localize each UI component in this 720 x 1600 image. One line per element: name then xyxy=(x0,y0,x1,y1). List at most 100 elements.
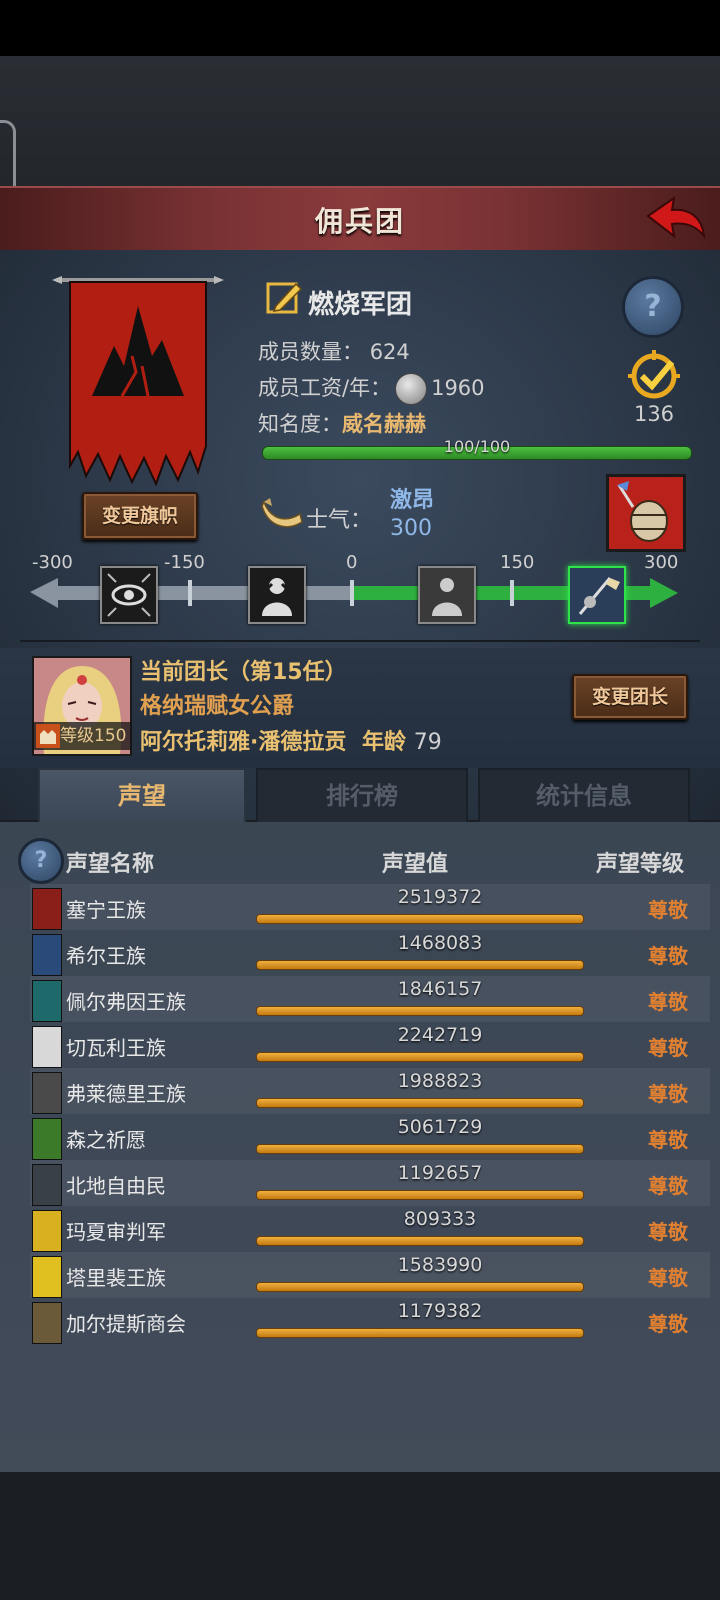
faction-name: 玛夏审判军 xyxy=(66,1220,166,1244)
reputation-bar xyxy=(256,1144,584,1154)
back-arrow-icon[interactable] xyxy=(644,194,708,244)
faction-crest-icon xyxy=(32,1302,62,1344)
reputation-level: 尊敬 xyxy=(648,1082,688,1106)
tab-stats[interactable]: 统计信息 xyxy=(478,768,690,824)
faction-crest-icon xyxy=(32,1072,62,1114)
reputation-level: 尊敬 xyxy=(648,898,688,922)
reputation-bar xyxy=(256,1006,584,1016)
faction-crest-icon xyxy=(32,1256,62,1298)
reputation-bar xyxy=(256,1328,584,1338)
reputation-value: 1988823 xyxy=(397,1070,483,1092)
change-flag-button[interactable]: 变更旗帜 xyxy=(82,492,198,540)
reputation-bar xyxy=(256,1236,584,1246)
members-line: 成员数量： 624 xyxy=(258,336,410,366)
morale-state: 激昂 xyxy=(390,488,435,513)
fame-progress-bar: 100/100 xyxy=(262,437,692,460)
table-row[interactable]: 弗莱德里王族 1988823 尊敬 xyxy=(30,1068,710,1114)
change-leader-button[interactable]: 变更团长 xyxy=(572,674,688,720)
faction-name: 塔里裴王族 xyxy=(66,1266,166,1290)
leader-title: 当前团长（第15任） xyxy=(140,660,347,685)
scale-label-neg300: -300 xyxy=(32,552,73,573)
salary-label: 成员工资/年： xyxy=(258,376,392,400)
reputation-value: 2242719 xyxy=(397,1024,483,1046)
reputation-bar xyxy=(256,914,584,924)
reputation-bar xyxy=(256,1282,584,1292)
faction-name: 北地自由民 xyxy=(66,1174,166,1198)
reputation-level: 尊敬 xyxy=(648,990,688,1014)
members-label: 成员数量： xyxy=(258,340,363,364)
leader-name: 阿尔托莉雅·潘德拉贡 xyxy=(140,730,347,755)
reputation-bar xyxy=(256,1052,584,1062)
table-row[interactable]: 塞宁王族 2519372 尊敬 xyxy=(30,884,710,930)
leader-age: 79 xyxy=(413,730,442,755)
barrel-supply-icon[interactable] xyxy=(606,474,686,552)
salary-value: 1960 xyxy=(431,376,485,400)
faction-name: 佩尔弗因王族 xyxy=(66,990,186,1014)
members-count: 624 xyxy=(369,340,410,364)
page-title: 佣兵团 xyxy=(314,205,405,238)
col-header-level: 声望等级 xyxy=(596,852,685,877)
scale-label-150: 150 xyxy=(500,552,535,573)
group-banner-icon[interactable] xyxy=(52,276,224,486)
faction-name: 塞宁王族 xyxy=(66,898,146,922)
target-count: 136 xyxy=(633,402,675,426)
scale-label-neg150: -150 xyxy=(164,552,205,573)
morale-label: 士气： xyxy=(306,508,373,533)
fame-title: 威名赫赫 xyxy=(342,412,426,436)
table-row[interactable]: 佩尔弗因王族 1846157 尊敬 xyxy=(30,976,710,1022)
col-header-name: 声望名称 xyxy=(66,852,155,877)
leader-age-label: 年龄 xyxy=(362,730,407,755)
morale-excited-icon[interactable] xyxy=(568,566,626,624)
salary-line: 成员工资/年： 1960 xyxy=(258,372,485,405)
faction-name: 希尔王族 xyxy=(66,944,146,968)
target-check-icon[interactable] xyxy=(624,350,684,402)
reputation-value: 1583990 xyxy=(397,1254,483,1276)
reputation-value: 809333 xyxy=(403,1208,477,1230)
top-backdrop xyxy=(0,56,720,236)
reputation-help-icon[interactable]: ? xyxy=(18,838,64,884)
tab-ranking[interactable]: 排行榜 xyxy=(256,768,468,824)
reputation-bar xyxy=(256,960,584,970)
morale-eye-icon[interactable] xyxy=(100,566,158,624)
edit-name-icon[interactable] xyxy=(266,278,304,316)
faction-crest-icon xyxy=(32,934,62,976)
table-row[interactable]: 切瓦利王族 2242719 尊敬 xyxy=(30,1022,710,1068)
reputation-level: 尊敬 xyxy=(648,1312,688,1336)
horn-icon xyxy=(261,498,303,528)
tab-reputation[interactable]: 声望 xyxy=(38,768,246,826)
reputation-bar xyxy=(256,1190,584,1200)
bottom-backdrop xyxy=(0,1472,720,1600)
reputation-value: 5061729 xyxy=(397,1116,483,1138)
morale-despair-icon[interactable] xyxy=(248,566,306,624)
morale-calm-icon[interactable] xyxy=(418,566,476,624)
table-row[interactable]: 玛夏审判军 809333 尊敬 xyxy=(30,1206,710,1252)
silver-coin-icon xyxy=(395,373,428,405)
reputation-level: 尊敬 xyxy=(648,1266,688,1290)
reputation-level: 尊敬 xyxy=(648,1128,688,1152)
help-icon[interactable]: ? xyxy=(622,276,684,338)
title-bar: 佣兵团 xyxy=(0,186,720,253)
fame-progress-text: 100/100 xyxy=(443,437,511,456)
col-header-value: 声望值 xyxy=(382,852,449,877)
castle-level-icon xyxy=(36,724,60,748)
fame-line: 知名度：威名赫赫 xyxy=(258,408,426,438)
table-row[interactable]: 希尔王族 1468083 尊敬 xyxy=(30,930,710,976)
leader-rank: 格纳瑞赋女公爵 xyxy=(140,694,295,719)
faction-crest-icon xyxy=(32,1164,62,1206)
table-row[interactable]: 北地自由民 1192657 尊敬 xyxy=(30,1160,710,1206)
table-row[interactable]: 森之祈愿 5061729 尊敬 xyxy=(30,1114,710,1160)
reputation-level: 尊敬 xyxy=(648,1174,688,1198)
table-row[interactable]: 加尔提斯商会 1179382 尊敬 xyxy=(30,1298,710,1344)
reputation-level: 尊敬 xyxy=(648,1220,688,1244)
reputation-value: 1846157 xyxy=(397,978,483,1000)
reputation-value: 1192657 xyxy=(397,1162,483,1184)
fame-label: 知名度： xyxy=(258,412,342,436)
reputation-bar xyxy=(256,1098,584,1108)
reputation-level: 尊敬 xyxy=(648,1036,688,1060)
faction-crest-icon xyxy=(32,980,62,1022)
scale-label-300: 300 xyxy=(644,552,679,573)
table-row[interactable]: 塔里裴王族 1583990 尊敬 xyxy=(30,1252,710,1298)
faction-crest-icon xyxy=(32,1118,62,1160)
faction-crest-icon xyxy=(32,1210,62,1252)
faction-crest-icon xyxy=(32,888,62,930)
